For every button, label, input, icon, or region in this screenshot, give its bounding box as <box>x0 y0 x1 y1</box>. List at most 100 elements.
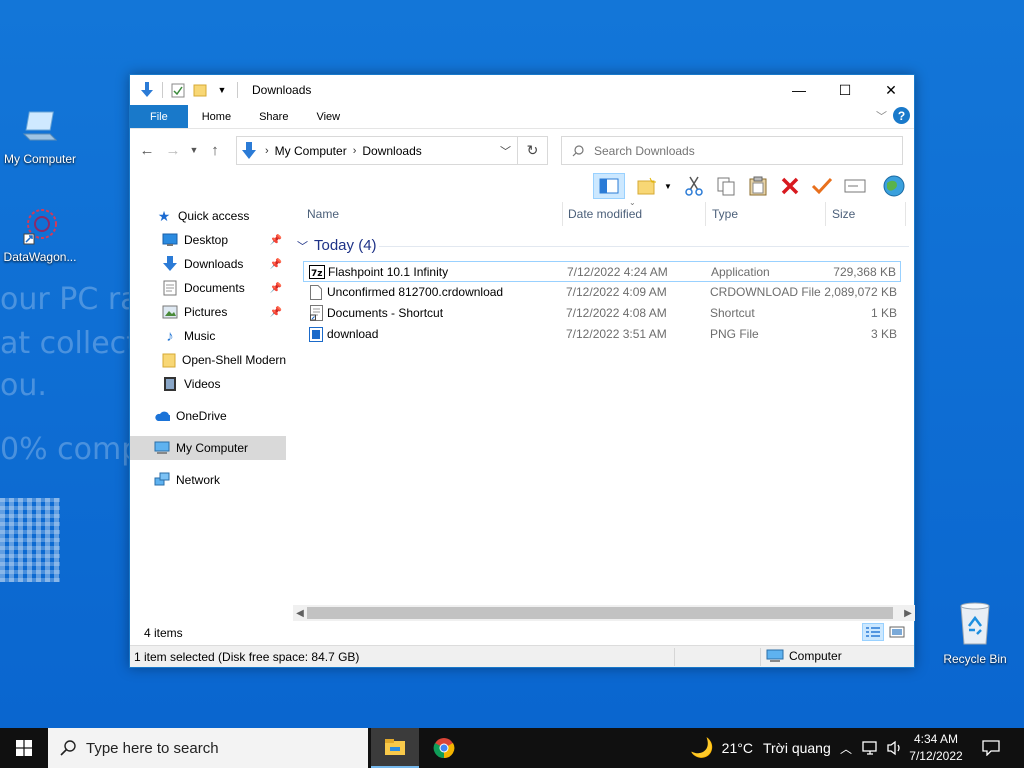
scrollbar-thumb[interactable] <box>307 607 893 619</box>
file-date: 7/12/2022 4:09 AM <box>566 285 667 299</box>
preview-pane-button[interactable] <box>593 173 625 199</box>
delete-button[interactable] <box>778 173 802 199</box>
show-hidden-icons-icon[interactable]: ︿ <box>840 728 852 768</box>
globe-icon <box>883 175 905 197</box>
up-button[interactable]: ↑ <box>204 139 226 161</box>
tab-view[interactable]: View <box>302 105 354 128</box>
column-header-name[interactable]: Name <box>307 202 557 226</box>
recent-locations-button[interactable]: ▼ <box>188 139 200 161</box>
delete-x-icon <box>781 177 799 195</box>
file-row-crdownload[interactable]: Unconfirmed 812700.crdownload 7/12/2022 … <box>303 282 901 303</box>
paste-icon <box>749 176 767 196</box>
recycle-bin-icon <box>960 602 990 645</box>
windows-logo-icon <box>16 740 32 756</box>
weather-widget[interactable]: 🌙 21°C Trời quang <box>690 728 831 768</box>
column-divider[interactable] <box>905 202 906 226</box>
copy-button[interactable] <box>714 173 738 199</box>
star-icon: ★ <box>157 207 171 224</box>
nav-item-open-shell[interactable]: Open-Shell Modern <box>130 348 286 372</box>
details-view-button[interactable] <box>862 623 884 641</box>
file-row-documents-shortcut[interactable]: Documents - Shortcut 7/12/2022 4:08 AM S… <box>303 303 901 324</box>
taskbar-search-box[interactable]: Type here to search <box>48 728 368 768</box>
nav-item-my-computer[interactable]: My Computer <box>130 436 286 460</box>
column-divider[interactable] <box>562 202 563 226</box>
new-item-dropdown-icon[interactable]: ▼ <box>662 173 674 199</box>
desktop-icon-my-computer[interactable]: My Computer <box>0 108 80 166</box>
expand-ribbon-icon[interactable]: ﹀ <box>876 108 887 124</box>
nav-item-onedrive[interactable]: OneDrive <box>130 404 286 428</box>
desktop-icon-recycle-bin[interactable]: Recycle Bin <box>935 600 1015 666</box>
tab-share[interactable]: Share <box>245 105 302 128</box>
horizontal-scrollbar[interactable]: ◀ ▶ <box>293 605 915 621</box>
rename-button[interactable] <box>842 173 868 199</box>
paste-button[interactable] <box>746 173 770 199</box>
nav-item-network[interactable]: Network <box>130 468 286 492</box>
taskbar-file-explorer[interactable] <box>371 728 419 768</box>
file-name: Documents - Shortcut <box>327 306 444 320</box>
desktop-icon-datawagon[interactable]: DataWagon... <box>0 206 80 264</box>
column-header-size[interactable]: Size <box>832 202 902 226</box>
file-row-download-png[interactable]: download 7/12/2022 3:51 AM PNG File 3 KB <box>303 324 901 345</box>
pin-icon: 📌 <box>269 282 282 294</box>
nav-item-documents[interactable]: Documents 📌 <box>130 276 286 300</box>
large-icons-view-button[interactable] <box>886 623 908 641</box>
nav-item-music[interactable]: ♪ Music <box>130 324 286 348</box>
address-dropdown-icon[interactable]: ﹀ <box>500 143 511 159</box>
back-button[interactable]: ← <box>136 139 158 161</box>
group-header-today[interactable]: ﹀ Today (4) <box>297 237 377 254</box>
close-button[interactable]: ✕ <box>868 75 914 105</box>
tab-file[interactable]: File <box>130 105 188 128</box>
customize-toolbar-icon[interactable]: ▼ <box>213 81 231 99</box>
file-date: 7/12/2022 4:24 AM <box>567 265 668 279</box>
search-icon <box>572 144 584 156</box>
tab-home[interactable]: Home <box>188 105 245 128</box>
desktop-icon-label: Recycle Bin <box>943 652 1007 666</box>
help-button[interactable]: ? <box>893 107 910 124</box>
nav-item-videos[interactable]: Videos <box>130 372 286 396</box>
search-box[interactable] <box>561 136 903 165</box>
cut-button[interactable] <box>682 173 706 199</box>
quick-access-download-icon[interactable] <box>138 81 156 99</box>
properties-icon[interactable] <box>169 81 187 99</box>
file-size: 3 KB <box>870 327 897 341</box>
search-input[interactable] <box>594 143 874 158</box>
nav-item-quick-access[interactable]: ★ Quick access <box>130 204 286 228</box>
column-divider[interactable] <box>825 202 826 226</box>
minimize-button[interactable]: — <box>776 75 822 105</box>
select-all-button[interactable] <box>810 173 834 199</box>
scroll-left-arrow-icon[interactable]: ◀ <box>293 605 307 621</box>
file-row-flashpoint[interactable]: 7z Flashpoint 10.1 Infinity 7/12/2022 4:… <box>303 261 901 282</box>
column-header-type[interactable]: Type <box>712 202 822 226</box>
file-type: CRDOWNLOAD File <box>710 285 821 299</box>
column-divider[interactable] <box>705 202 706 226</box>
desktop-icon <box>162 232 178 248</box>
maximize-button[interactable]: ☐ <box>822 75 868 105</box>
pictures-icon <box>162 304 178 320</box>
taskbar-chrome[interactable] <box>420 728 468 768</box>
breadcrumb-separator: › <box>352 144 357 157</box>
system-clock[interactable]: 4:34 AM 7/12/2022 <box>906 731 966 765</box>
copy-icon <box>717 177 735 196</box>
breadcrumb-downloads[interactable]: Downloads <box>362 144 421 158</box>
nav-item-label: Open-Shell Modern <box>182 353 286 367</box>
window-title: Downloads <box>252 83 312 97</box>
internet-globe-button[interactable] <box>880 173 908 199</box>
new-item-icon <box>637 177 656 195</box>
laptop-icon <box>22 111 58 141</box>
network-status-icon[interactable] <box>862 728 880 768</box>
forward-button[interactable]: → <box>162 139 184 161</box>
start-button[interactable] <box>0 728 48 768</box>
nav-item-downloads[interactable]: Downloads 📌 <box>130 252 286 276</box>
address-bar[interactable]: › My Computer › Downloads ﹀ ↻ <box>236 136 548 165</box>
notifications-icon[interactable] <box>982 728 1000 768</box>
nav-item-desktop[interactable]: Desktop 📌 <box>130 228 286 252</box>
scroll-right-arrow-icon[interactable]: ▶ <box>901 605 915 621</box>
breadcrumb-my-computer[interactable]: My Computer <box>275 144 347 158</box>
volume-icon[interactable] <box>886 728 904 768</box>
rename-icon <box>844 179 866 193</box>
refresh-button[interactable]: ↻ <box>517 137 547 164</box>
nav-item-pictures[interactable]: Pictures 📌 <box>130 300 286 324</box>
new-folder-icon[interactable] <box>191 81 209 99</box>
new-item-button[interactable] <box>635 173 659 199</box>
pin-icon: 📌 <box>269 306 282 318</box>
